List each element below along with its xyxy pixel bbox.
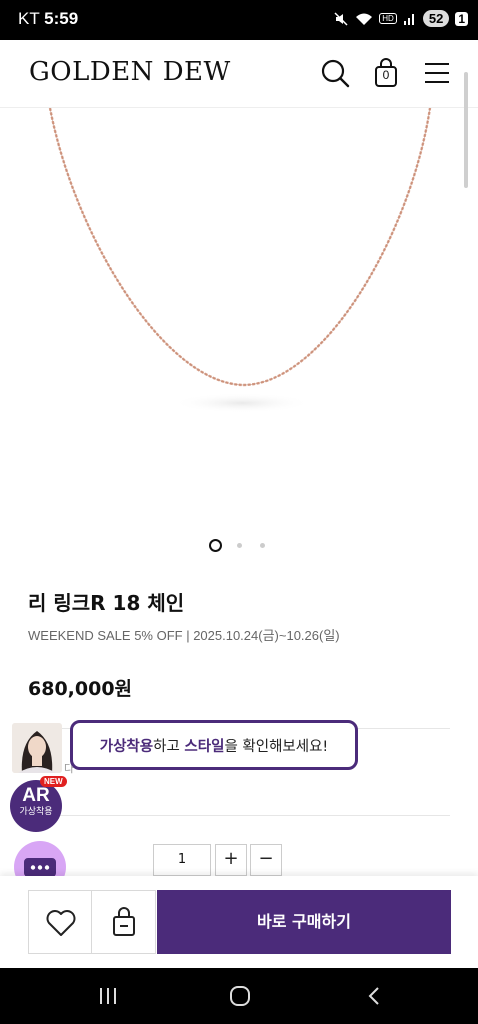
sale-info: WEEKEND SALE 5% OFF | 2025.10.24(금)~10.2… [28, 628, 340, 643]
recent-apps-icon[interactable] [96, 984, 120, 1008]
ar-model-thumbnail[interactable] [12, 723, 62, 773]
ar-bubble-highlight-1: 가상착용 [99, 738, 154, 755]
menu-icon[interactable] [420, 56, 454, 90]
divider [28, 815, 450, 816]
buy-now-button[interactable]: 바로 구매하기 [157, 890, 451, 954]
product-price: 680,000원 [28, 678, 133, 700]
status-right: HD 52 1 [333, 10, 468, 27]
add-to-cart-button[interactable] [92, 890, 156, 954]
pagination-dot-3[interactable] [260, 543, 265, 548]
ar-button-label: AR [22, 785, 50, 806]
battery-indicator: 52 [422, 10, 450, 27]
search-icon[interactable] [318, 56, 352, 90]
back-icon[interactable] [363, 984, 387, 1008]
ar-bubble-highlight-2: 스타일 [184, 738, 225, 755]
wifi-icon [356, 13, 373, 25]
ar-button-sub: 가상착용 [19, 807, 53, 817]
home-icon[interactable] [228, 984, 252, 1008]
ar-try-on-button[interactable]: AR 가상착용 [10, 780, 62, 832]
chain-necklace-image [48, 107, 432, 413]
cart-count: 0 [382, 68, 390, 82]
status-bar: KT 5:59 HD 52 1 [0, 0, 478, 40]
new-badge: NEW [40, 776, 67, 787]
system-nav-bar [0, 968, 478, 1024]
clock: 5:59 [44, 9, 79, 28]
mute-icon [334, 11, 348, 26]
ar-bubble-text-1: 하고 [153, 738, 185, 755]
status-left: KT 5:59 [18, 9, 78, 29]
ar-tooltip-bubble[interactable]: 가상착용 하고 스타일 을 확인해보세요! [70, 720, 358, 770]
product-image[interactable] [0, 107, 478, 528]
pagination-dot-1[interactable] [209, 539, 222, 552]
gallery-pagination [0, 537, 478, 553]
sim-indicator: 1 [455, 11, 468, 26]
site-header: GOLDEN DEW 0 [0, 40, 478, 108]
hd-icon: HD [379, 13, 397, 24]
model-portrait-image [12, 723, 62, 773]
wishlist-button[interactable] [28, 890, 92, 954]
quantity-minus-button[interactable]: − [250, 844, 282, 876]
bag-icon [113, 907, 135, 936]
quantity-plus-button[interactable]: + [215, 844, 247, 876]
bottom-action-bar: 바로 구매하기 [0, 876, 478, 968]
ar-bubble-text-2: 을 확인해보세요! [224, 738, 329, 755]
shopping-bag-button[interactable]: 0 [369, 56, 403, 90]
heart-icon [46, 910, 76, 936]
quantity-input[interactable]: 1 [153, 844, 211, 876]
signal-icon [403, 13, 414, 25]
logo[interactable]: GOLDEN DEW [29, 57, 231, 87]
product-title: 리 링크R 18 체인 [28, 591, 185, 615]
pagination-dot-2[interactable] [237, 543, 242, 548]
carrier-label: KT [18, 9, 40, 28]
